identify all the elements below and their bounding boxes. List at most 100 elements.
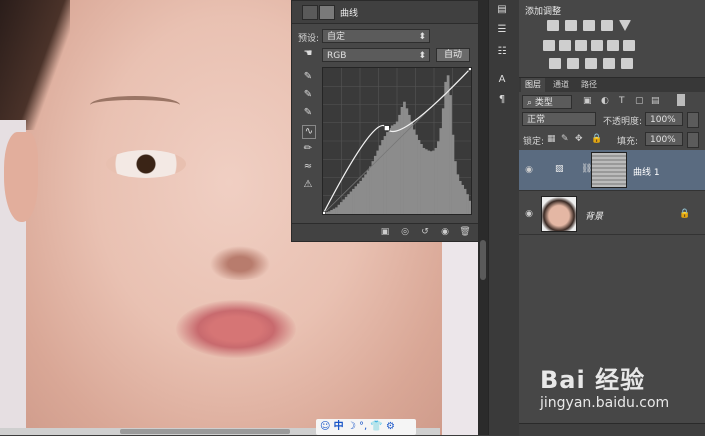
channel-dropdown[interactable]: RGB ⬍ <box>322 48 430 62</box>
pencil-icon[interactable]: ✏ <box>302 143 314 155</box>
moon-icon[interactable]: ☽ <box>347 421 356 432</box>
visibility-eye-icon[interactable]: ◉ <box>523 165 535 175</box>
tab-channels[interactable]: 通道 <box>549 78 573 92</box>
histogram-bar <box>332 208 336 214</box>
layer-name[interactable]: 曲线 1 <box>633 165 660 178</box>
ime-logo-icon[interactable]: ☺ <box>320 421 330 432</box>
posterize-icon[interactable] <box>567 58 579 69</box>
histogram-bar <box>354 186 358 214</box>
channel-mixer-icon[interactable] <box>607 40 619 51</box>
exposure-icon[interactable] <box>601 20 613 31</box>
hand-adjust-icon[interactable]: ☚ <box>302 48 314 60</box>
filter-kind-dropdown[interactable]: ⌕ 类型 <box>522 95 572 109</box>
selective-color-icon[interactable] <box>621 58 633 69</box>
curves-panel-footer: ▣ ◎ ↺ ◉ 🗑 <box>292 223 478 241</box>
gear-icon[interactable]: ⚙ <box>386 421 395 432</box>
brightness-icon[interactable] <box>547 20 559 31</box>
blend-mode-dropdown[interactable]: 正常 <box>522 112 596 126</box>
tab-paths[interactable]: 路径 <box>577 78 601 92</box>
paragraph-icon[interactable]: ¶ <box>495 94 509 106</box>
histogram-bar <box>463 188 467 214</box>
shirt-icon[interactable]: 👕 <box>370 421 382 432</box>
mask-icon[interactable] <box>319 5 335 20</box>
layer-name[interactable]: 背景 <box>585 209 603 222</box>
hue-saturation-icon[interactable] <box>543 40 555 51</box>
layer-row-background[interactable]: ◉ 背景 🔒 <box>519 194 705 235</box>
histogram-bar <box>437 141 440 214</box>
histogram-bar <box>422 147 426 214</box>
ime-lang[interactable]: 中 <box>334 421 344 432</box>
curve-edit-icon[interactable]: ∿ <box>302 125 316 139</box>
opacity-input[interactable]: 100% <box>645 112 683 126</box>
threshold-icon[interactable] <box>585 58 597 69</box>
curves-panel-header: 曲线 <box>292 1 478 24</box>
trash-icon[interactable]: 🗑 <box>458 226 472 238</box>
curves-icon[interactable] <box>583 20 595 31</box>
opacity-slider-toggle[interactable] <box>687 112 699 128</box>
brush-presets-icon[interactable]: ☷ <box>495 46 509 58</box>
histogram-bar <box>420 143 423 214</box>
layer-row-curves[interactable]: ◉ ▨ ⛓ 曲线 1 <box>519 150 705 191</box>
histogram-bar <box>405 108 409 214</box>
visibility-icon[interactable]: ◉ <box>438 226 452 238</box>
filter-type-icon[interactable]: T <box>619 96 625 106</box>
filter-toggle-icon[interactable] <box>677 94 685 106</box>
auto-button[interactable]: 自动 <box>436 48 470 62</box>
curves-graph[interactable] <box>320 65 474 217</box>
lock-transparent-icon[interactable]: ▦ <box>547 134 556 144</box>
histogram-bar <box>386 132 389 214</box>
character-icon[interactable]: A <box>495 74 509 86</box>
histogram-bar <box>449 95 452 214</box>
tab-layers[interactable]: 图层 <box>521 78 545 92</box>
vibrance-icon[interactable] <box>619 20 631 31</box>
visibility-eye-icon[interactable]: ◉ <box>523 209 535 219</box>
vertical-scroll-thumb[interactable] <box>480 240 486 280</box>
invert-icon[interactable] <box>549 58 561 69</box>
curve-control-point[interactable] <box>468 65 474 71</box>
filter-shape-icon[interactable]: ▢ <box>635 96 644 106</box>
adjustments-panel: 添加调整 <box>519 0 705 78</box>
smooth-icon[interactable]: ≈ <box>302 161 314 173</box>
clipping-warning-icon[interactable]: ⚠ <box>302 179 314 191</box>
punctuation-icon[interactable]: °, <box>359 421 367 432</box>
curve-control-point[interactable] <box>384 125 390 131</box>
gray-eyedropper-icon[interactable]: ✎ <box>302 89 314 101</box>
preset-label: 预设: <box>298 34 320 44</box>
vertical-scrollbar[interactable] <box>478 0 488 435</box>
curves-title: 曲线 <box>340 9 359 19</box>
properties-icon[interactable]: ☰ <box>495 24 509 36</box>
histogram-bar <box>393 124 397 214</box>
layers-footer <box>519 423 705 436</box>
levels-icon[interactable] <box>565 20 577 31</box>
lock-pixels-icon[interactable]: ✎ <box>561 134 569 144</box>
histogram-bar <box>415 134 418 214</box>
gradient-map-icon[interactable] <box>603 58 615 69</box>
view-previous-icon[interactable]: ◎ <box>398 226 412 238</box>
black-white-icon[interactable] <box>575 40 587 51</box>
fill-slider-toggle[interactable] <box>687 132 699 148</box>
reset-icon[interactable]: ↺ <box>418 226 432 238</box>
curves-chart[interactable] <box>320 65 474 217</box>
filter-pixel-icon[interactable]: ▣ <box>583 96 592 106</box>
color-balance-icon[interactable] <box>559 40 571 51</box>
curve-control-point[interactable] <box>320 211 326 217</box>
clip-to-layer-icon[interactable]: ▣ <box>378 226 392 238</box>
nose-region <box>200 240 280 280</box>
histogram-bar <box>434 147 438 214</box>
color-lookup-icon[interactable] <box>623 40 635 51</box>
filter-smart-icon[interactable]: ▤ <box>651 96 660 106</box>
layer-thumbnail[interactable] <box>541 196 577 232</box>
filter-adjustment-icon[interactable]: ◐ <box>601 96 609 106</box>
photo-filter-icon[interactable] <box>591 40 603 51</box>
lock-position-icon[interactable]: ✥ <box>575 134 583 144</box>
lock-all-icon[interactable]: 🔒 <box>591 134 602 144</box>
adjustment-icon[interactable] <box>302 5 318 20</box>
history-icon[interactable]: ▤ <box>495 4 509 16</box>
white-eyedropper-icon[interactable]: ✎ <box>302 107 314 119</box>
layer-mask-thumbnail[interactable] <box>591 152 627 188</box>
preset-dropdown[interactable]: 自定 ⬍ <box>322 29 430 43</box>
black-eyedropper-icon[interactable]: ✎ <box>302 71 314 83</box>
fill-input[interactable]: 100% <box>645 132 683 146</box>
horizontal-scroll-thumb[interactable] <box>120 429 290 434</box>
histogram-bar <box>378 145 382 214</box>
